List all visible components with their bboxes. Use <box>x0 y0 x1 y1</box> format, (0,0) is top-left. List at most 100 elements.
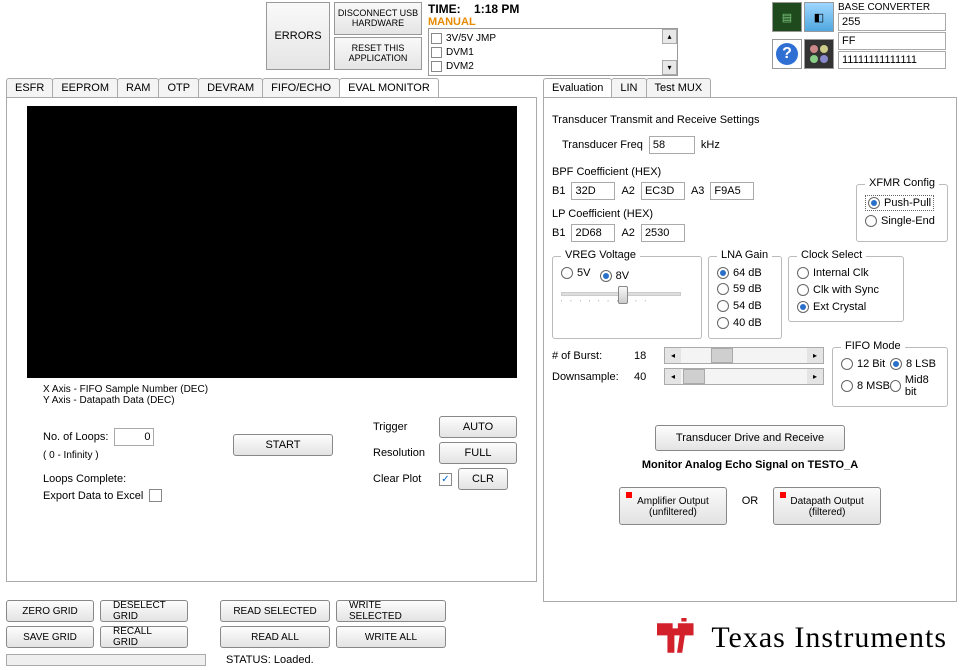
arrow-left-icon[interactable]: ◂ <box>665 369 681 384</box>
list-item: DVM1 <box>446 47 474 58</box>
option-list[interactable]: 3V/5V JMP DVM1 DVM2 ▴ ▾ <box>428 28 678 76</box>
burst-scrollbar[interactable]: ◂ ▸ <box>664 347 824 364</box>
xaxis-label: X Axis - FIFO Sample Number (DEC) <box>43 384 528 395</box>
slider-thumb-icon[interactable] <box>618 286 628 304</box>
tab-testmux[interactable]: Test MUX <box>646 78 712 97</box>
tab-ram[interactable]: RAM <box>117 78 159 97</box>
export-excel-checkbox[interactable] <box>149 489 162 502</box>
xfmr-singleend-radio[interactable] <box>865 215 877 227</box>
loops-input[interactable] <box>114 428 154 446</box>
tab-esfr[interactable]: ESFR <box>6 78 53 97</box>
bpf-a3-input[interactable] <box>710 182 754 200</box>
errors-button[interactable]: ERRORS <box>266 2 330 70</box>
fifo-mid8-radio[interactable] <box>890 380 901 392</box>
progress-bar <box>6 654 206 666</box>
help-icon[interactable]: ? <box>772 39 802 69</box>
zero-grid-button[interactable]: ZERO GRID <box>6 600 94 622</box>
grid-icon[interactable] <box>804 39 834 69</box>
checkbox-icon[interactable] <box>431 61 442 72</box>
clock-title: Clock Select <box>797 249 866 261</box>
save-grid-button[interactable]: SAVE GRID <box>6 626 94 648</box>
lp-label: LP Coefficient (HEX) <box>552 208 848 220</box>
mode-label: MANUAL <box>428 16 678 28</box>
disconnect-usb-button[interactable]: DISCONNECT USB HARDWARE <box>334 2 422 35</box>
fifo-8msb-radio[interactable] <box>841 380 853 392</box>
resolution-button[interactable]: FULL <box>439 442 517 464</box>
arrow-right-icon[interactable]: ▸ <box>807 348 823 363</box>
read-selected-button[interactable]: READ SELECTED <box>220 600 330 622</box>
tab-evaluation[interactable]: Evaluation <box>543 78 612 97</box>
list-item: DVM2 <box>446 61 474 72</box>
monitor-text: Monitor Analog Echo Signal on TESTO_A <box>552 459 948 471</box>
ti-mark-icon <box>655 618 699 658</box>
lna-54-radio[interactable] <box>717 300 729 312</box>
xfmr-title: XFMR Config <box>865 177 939 189</box>
lp-a2-input[interactable] <box>641 224 685 242</box>
fifo-title: FIFO Mode <box>841 340 905 352</box>
vreg-8v-label: 8V <box>616 270 629 282</box>
recall-grid-button[interactable]: RECALL GRID <box>100 626 188 648</box>
vreg-slider[interactable] <box>561 292 681 296</box>
amp-out-l1: Amplifier Output <box>637 496 709 507</box>
base-hex-input[interactable] <box>838 32 946 50</box>
evaluation-panel: Transducer Transmit and Receive Settings… <box>543 97 957 602</box>
transducer-drive-button[interactable]: Transducer Drive and Receive <box>655 425 845 451</box>
write-all-button[interactable]: WRITE ALL <box>336 626 446 648</box>
vreg-8v-radio[interactable] <box>600 270 612 282</box>
fifo-12bit-radio[interactable] <box>841 358 853 370</box>
bpf-b1-input[interactable] <box>571 182 615 200</box>
bpf-a2-input[interactable] <box>641 182 685 200</box>
downsample-scrollbar[interactable]: ◂ ▸ <box>664 368 824 385</box>
deselect-grid-button[interactable]: DESELECT GRID <box>100 600 188 622</box>
lna-40-radio[interactable] <box>717 317 729 329</box>
tab-fifoecho[interactable]: FIFO/ECHO <box>262 78 340 97</box>
datapath-output-button[interactable]: Datapath Output (filtered) <box>773 487 881 525</box>
lp-b1-input[interactable] <box>571 224 615 242</box>
eval-monitor-panel: X Axis - FIFO Sample Number (DEC) Y Axis… <box>6 97 537 582</box>
write-selected-button[interactable]: WRITE SELECTED <box>336 600 446 622</box>
freq-input[interactable] <box>649 136 695 154</box>
reset-app-button[interactable]: RESET THIS APPLICATION <box>334 37 422 70</box>
base-dec-input[interactable] <box>838 13 946 31</box>
checkbox-icon[interactable] <box>431 47 442 58</box>
clearplot-checkbox[interactable] <box>439 473 452 486</box>
chip-icon[interactable]: ▤ <box>772 2 802 32</box>
scroll-thumb[interactable] <box>683 369 705 384</box>
fifo-8lsb-radio[interactable] <box>890 358 902 370</box>
vreg-5v-label: 5V <box>577 267 590 279</box>
tab-otp[interactable]: OTP <box>158 78 199 97</box>
clock-sync-radio[interactable] <box>797 284 809 296</box>
tab-eeprom[interactable]: EEPROM <box>52 78 118 97</box>
tab-evalmonitor[interactable]: EVAL MONITOR <box>339 78 439 97</box>
arrow-left-icon[interactable]: ◂ <box>665 348 681 363</box>
fifo-12bit-label: 12 Bit <box>857 358 885 370</box>
clock-ext-radio[interactable] <box>797 301 809 313</box>
freq-unit: kHz <box>701 139 720 151</box>
vreg-5v-radio[interactable] <box>561 267 573 279</box>
tab-lin[interactable]: LIN <box>611 78 646 97</box>
amplifier-output-button[interactable]: Amplifier Output (unfiltered) <box>619 487 727 525</box>
lna-64-label: 64 dB <box>733 267 762 279</box>
lna-59-label: 59 dB <box>733 283 762 295</box>
base-bin-input[interactable] <box>838 51 946 69</box>
loops-label: No. of Loops: <box>43 431 108 443</box>
dp-out-l2: (filtered) <box>809 507 846 518</box>
arrow-right-icon[interactable]: ▸ <box>807 369 823 384</box>
clock-internal-radio[interactable] <box>797 267 809 279</box>
xfmr-pushpull-radio[interactable] <box>868 197 880 209</box>
status-text: Loaded. <box>274 654 314 666</box>
start-button[interactable]: START <box>233 434 333 456</box>
lna-59-radio[interactable] <box>717 283 729 295</box>
scroll-thumb[interactable] <box>711 348 733 363</box>
downsample-value: 40 <box>634 371 658 383</box>
device-icon[interactable]: ◧ <box>804 2 834 32</box>
trigger-button[interactable]: AUTO <box>439 416 517 438</box>
read-all-button[interactable]: READ ALL <box>220 626 330 648</box>
lna-64-radio[interactable] <box>717 267 729 279</box>
clr-button[interactable]: CLR <box>458 468 508 490</box>
fifo-mid8-label: Mid8 bit <box>905 374 939 398</box>
checkbox-icon[interactable] <box>431 33 442 44</box>
scroll-down-icon[interactable]: ▾ <box>662 60 677 75</box>
tab-devram[interactable]: DEVRAM <box>198 78 263 97</box>
scroll-up-icon[interactable]: ▴ <box>662 29 677 44</box>
